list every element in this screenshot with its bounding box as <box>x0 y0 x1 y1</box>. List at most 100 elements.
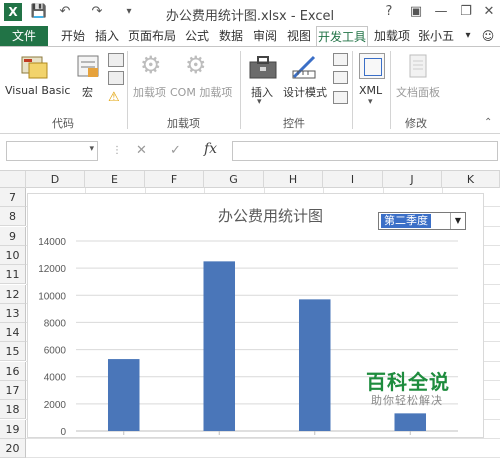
y-tick-label: 12000 <box>38 264 66 275</box>
view-code-icon[interactable] <box>333 71 348 84</box>
tab-insert[interactable]: 插入 <box>92 26 122 46</box>
chart-bar[interactable] <box>298 299 331 431</box>
title-bar: X 💾 ↶ ↷ ▾ 办公费用统计图.xlsx - Excel ? ▣ — ❐ ✕ <box>0 0 500 26</box>
row-header[interactable]: 12 <box>0 284 26 304</box>
group-modify-label: 修改 <box>405 117 427 130</box>
column-header[interactable]: F <box>145 171 204 188</box>
column-header[interactable]: I <box>323 171 383 188</box>
name-box-dropdown-icon[interactable]: ▾ <box>89 144 94 154</box>
addins-button[interactable]: 加载项 <box>133 84 166 100</box>
xml-source-icon <box>359 53 385 79</box>
tab-developer[interactable]: 开发工具 <box>316 26 368 46</box>
y-tick-label: 10000 <box>38 291 66 302</box>
enter-icon[interactable]: ✓ <box>170 143 181 158</box>
tab-formulas[interactable]: 公式 <box>182 26 212 46</box>
group-controls-label: 控件 <box>283 117 305 130</box>
column-header[interactable]: G <box>204 171 264 188</box>
quarter-dropdown-value: 第二季度 <box>381 214 431 228</box>
xml-dropdown-icon: ▾ <box>368 97 373 107</box>
row-header[interactable]: 9 <box>0 226 26 246</box>
column-header[interactable]: K <box>442 171 500 188</box>
row-header[interactable]: 14 <box>0 323 26 343</box>
row-header[interactable]: 10 <box>0 245 26 265</box>
visual-basic-button[interactable]: Visual Basic <box>5 84 70 97</box>
column-headers: D E F G H I J K <box>0 170 500 188</box>
visual-basic-icon <box>21 56 48 79</box>
properties-icon[interactable] <box>333 53 348 66</box>
com-addins-gear-icon: ⚙ <box>185 51 207 79</box>
row-header[interactable]: 20 <box>0 438 26 458</box>
y-tick-label: 8000 <box>44 318 67 329</box>
feedback-icon[interactable]: ☺ <box>478 26 498 46</box>
tab-review[interactable]: 审阅 <box>250 26 280 46</box>
tab-user[interactable]: 张小五 <box>416 26 456 46</box>
column-header[interactable]: H <box>264 171 323 188</box>
group-code-label: 代码 <box>52 117 74 130</box>
ribbon-tabs: 文件 开始 插入 页面布局 公式 数据 审阅 视图 开发工具 加载项 张小五 ▾… <box>0 26 500 46</box>
xml-button[interactable]: XML <box>359 84 382 97</box>
row-header[interactable]: 18 <box>0 400 26 420</box>
toolbox-icon <box>249 56 277 79</box>
quarter-dropdown[interactable]: 第二季度 ▼ <box>378 212 466 230</box>
column-header[interactable]: E <box>85 171 145 188</box>
tab-page-layout[interactable]: 页面布局 <box>126 26 178 46</box>
y-tick-label: 2000 <box>44 400 67 411</box>
y-tick-label: 4000 <box>44 373 67 384</box>
user-dropdown-icon[interactable]: ▾ <box>458 26 478 46</box>
formula-bar-grip-icon: ⋮ <box>112 145 122 156</box>
row-header[interactable]: 19 <box>0 419 26 439</box>
select-all-corner[interactable] <box>0 171 26 188</box>
close-button[interactable]: ✕ <box>478 2 500 22</box>
dropdown-arrow-icon[interactable]: ▼ <box>450 213 465 229</box>
ribbon-separator <box>390 51 391 129</box>
document-panel-icon <box>409 54 427 78</box>
row-header[interactable]: 15 <box>0 342 26 362</box>
collapse-ribbon-icon[interactable]: ⌃ <box>484 117 492 128</box>
restore-button[interactable]: ❐ <box>455 2 477 22</box>
row-header[interactable]: 7 <box>0 188 26 207</box>
column-header[interactable]: J <box>383 171 442 188</box>
y-tick-label: 14000 <box>38 237 66 248</box>
ribbon-separator <box>352 51 353 129</box>
name-box[interactable]: ▾ <box>6 141 98 161</box>
run-dialog-icon[interactable] <box>333 91 348 104</box>
ribbon-separator <box>127 51 128 129</box>
row-header[interactable]: 13 <box>0 303 26 323</box>
tab-view[interactable]: 视图 <box>284 26 314 46</box>
relative-reference-icon[interactable] <box>108 71 124 85</box>
row-header[interactable]: 17 <box>0 381 26 400</box>
tab-addins[interactable]: 加载项 <box>372 26 412 46</box>
document-panel-button[interactable]: 文档面板 <box>396 84 440 100</box>
column-header[interactable]: D <box>26 171 85 188</box>
tab-home[interactable]: 开始 <box>58 26 88 46</box>
macro-button[interactable]: 宏 <box>82 84 93 100</box>
addins-gear-icon: ⚙ <box>140 51 162 79</box>
record-macro-icon[interactable] <box>108 53 124 67</box>
minimize-button[interactable]: — <box>430 2 452 22</box>
watermark-subtitle: 助你轻松解决 <box>371 394 443 407</box>
watermark-title: 百科全说 <box>366 370 450 394</box>
insert-dropdown-icon: ▾ <box>257 97 262 107</box>
chart-bar[interactable] <box>394 413 427 431</box>
ribbon: Visual Basic 宏 ⚠ 代码 ⚙ 加载项 ⚙ COM 加载项 加载项 … <box>0 46 500 134</box>
macro-security-icon[interactable]: ⚠ <box>108 91 122 105</box>
row-header[interactable]: 8 <box>0 207 26 227</box>
tab-file[interactable]: 文件 <box>0 26 48 46</box>
design-mode-button[interactable]: 设计模式 <box>283 84 327 100</box>
cancel-icon[interactable]: ✕ <box>136 143 147 158</box>
help-button[interactable]: ? <box>378 2 400 22</box>
chart-bar[interactable] <box>107 359 140 431</box>
row-header[interactable]: 16 <box>0 361 26 381</box>
formula-input[interactable] <box>232 141 498 161</box>
tab-data[interactable]: 数据 <box>216 26 246 46</box>
design-mode-icon <box>292 55 316 79</box>
group-addins-label: 加载项 <box>167 117 200 130</box>
ribbon-display-button[interactable]: ▣ <box>405 2 427 22</box>
com-addins-button[interactable]: COM 加载项 <box>170 84 232 100</box>
y-tick-label: 0 <box>60 427 66 437</box>
chart-bar[interactable] <box>203 261 236 431</box>
insert-function-icon[interactable]: fx <box>204 141 217 157</box>
row-header[interactable]: 11 <box>0 265 26 285</box>
insert-control-button[interactable]: 插入 <box>251 84 273 100</box>
y-tick-label: 6000 <box>44 346 67 357</box>
